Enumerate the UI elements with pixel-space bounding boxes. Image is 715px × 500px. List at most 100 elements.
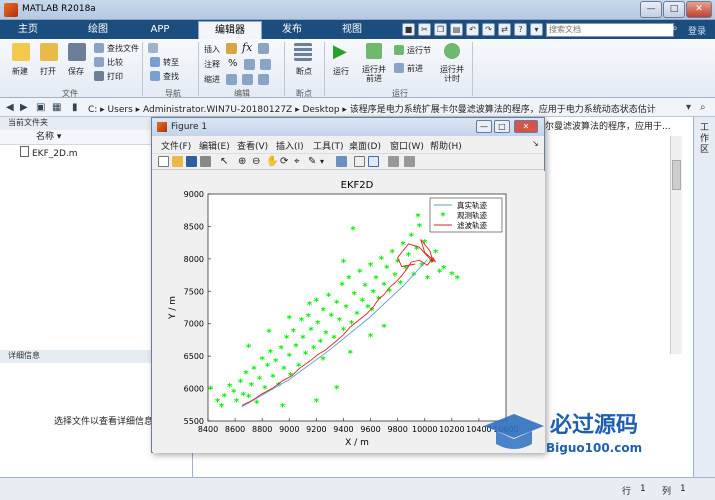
zoom-out-icon[interactable]: ⊖ <box>252 156 263 167</box>
run-advance-button[interactable]: 运行并 前进 <box>362 65 386 83</box>
close-button[interactable]: ✕ <box>686 1 712 18</box>
print-button[interactable]: 打印 <box>107 71 123 82</box>
edit-plot-icon[interactable]: ↖ <box>220 156 231 167</box>
menu-tools[interactable]: 工具(T) <box>313 139 344 152</box>
zoom-in-icon[interactable]: ⊕ <box>238 156 249 167</box>
back-icon[interactable] <box>148 43 158 53</box>
uncomment-icon[interactable] <box>260 59 271 70</box>
file-item[interactable]: EKF_2D.m <box>20 146 78 161</box>
insert-colorbar-icon[interactable] <box>354 156 365 167</box>
decrease-indent-icon[interactable] <box>258 74 269 85</box>
quick-save-icon[interactable]: ■ <box>402 23 415 36</box>
tab-apps[interactable]: APP <box>138 21 182 39</box>
run-icon[interactable]: ▶ <box>333 41 347 62</box>
menu-file[interactable]: 文件(F) <box>161 139 191 152</box>
run-section-button[interactable]: 运行节 <box>407 45 431 56</box>
pan-icon[interactable]: ✋ <box>266 156 278 167</box>
forward-arrow-icon[interactable]: ▶ <box>20 102 28 113</box>
rotate-3d-icon[interactable]: ⟳ <box>280 156 291 167</box>
figure-close-button[interactable]: ✕ <box>514 120 538 133</box>
show-plot-tools-icon[interactable] <box>404 156 415 167</box>
run-advance-icon[interactable] <box>366 43 382 59</box>
menu-window[interactable]: 窗口(W) <box>390 139 424 152</box>
percent-icon[interactable]: % <box>228 58 238 69</box>
new-file-icon[interactable] <box>12 43 30 61</box>
data-cursor-icon[interactable]: ⌖ <box>294 156 305 167</box>
breakpoints-button[interactable]: 断点 <box>296 66 312 77</box>
menu-help[interactable]: 帮助(H) <box>430 139 462 152</box>
figure-window[interactable]: Figure 1 — □ ✕ 文件(F) 编辑(E) 查看(V) 插入(I) 工… <box>151 117 545 453</box>
save-figure-icon[interactable] <box>186 156 197 167</box>
minimize-button[interactable]: — <box>640 1 662 18</box>
comment-button[interactable]: 注释 <box>204 59 220 70</box>
login-link[interactable]: 登录 <box>688 24 706 37</box>
insert-section-icon[interactable] <box>226 43 237 54</box>
save-button[interactable]: 保存 <box>68 66 84 77</box>
search-folder-icon[interactable]: ⌕ <box>700 102 706 113</box>
tab-publish[interactable]: 发布 <box>270 21 314 39</box>
save-icon[interactable] <box>68 43 86 61</box>
workspace-panel[interactable]: 工作区 <box>693 117 715 477</box>
breakpoints-icon[interactable] <box>294 43 312 61</box>
find-files-button[interactable]: 查找文件 <box>107 43 139 54</box>
menu-insert[interactable]: 插入(I) <box>276 139 304 152</box>
new-figure-icon[interactable] <box>158 156 169 167</box>
quick-copy-icon[interactable]: ❐ <box>434 23 447 36</box>
menu-edit[interactable]: 编辑(E) <box>199 139 230 152</box>
quick-cut-icon[interactable]: ✂ <box>418 23 431 36</box>
new-button[interactable]: 新建 <box>12 66 28 77</box>
up-folder-icon[interactable]: ▣ <box>36 102 45 113</box>
tab-plots[interactable]: 绘图 <box>76 21 120 39</box>
tab-home[interactable]: 主页 <box>8 21 48 39</box>
current-folder-path[interactable]: C: ▸ Users ▸ Administrator.WIN7U-2018012… <box>88 102 656 115</box>
run-time-button[interactable]: 运行并 计时 <box>440 65 464 83</box>
figure-minimize-button[interactable]: — <box>476 120 492 133</box>
print-figure-icon[interactable] <box>200 156 211 167</box>
menu-desktop[interactable]: 桌面(D) <box>349 139 381 152</box>
search-input[interactable]: 搜索文档 <box>546 23 674 37</box>
editor-tab-title[interactable]: 尔曼滤波算法的程序，应用于... <box>545 119 671 132</box>
brush-dropdown-icon[interactable]: ▾ <box>320 156 331 167</box>
hide-plot-tools-icon[interactable] <box>388 156 399 167</box>
smart-indent-icon[interactable] <box>226 74 237 85</box>
browse-folder-icon[interactable]: ▦ <box>52 102 61 113</box>
x-tick-label: 9000 <box>279 425 299 434</box>
brush-icon[interactable]: ✎ <box>308 156 319 167</box>
group-separator <box>142 42 143 96</box>
indent-button[interactable]: 缩进 <box>204 74 220 85</box>
insert-function-icon[interactable] <box>258 43 269 54</box>
editor-scrollbar[interactable] <box>670 136 682 354</box>
fx-icon[interactable]: fx <box>242 41 252 54</box>
figure-maximize-button[interactable]: □ <box>494 120 510 133</box>
open-file-icon[interactable] <box>172 156 183 167</box>
open-button[interactable]: 打开 <box>40 66 56 77</box>
link-plot-icon[interactable] <box>336 156 347 167</box>
qat-menu-icon[interactable]: ▾ <box>530 23 543 36</box>
figure-title-bar[interactable]: Figure 1 — □ ✕ <box>152 118 544 136</box>
run-time-icon[interactable] <box>444 43 460 59</box>
increase-indent-icon[interactable] <box>242 74 253 85</box>
insert-button[interactable]: 插入 <box>204 44 220 55</box>
run-button[interactable]: 运行 <box>333 66 349 77</box>
menu-dock-icon[interactable]: ↘ <box>532 139 539 148</box>
maximize-button[interactable]: □ <box>663 1 685 18</box>
help-icon[interactable]: ? <box>514 23 527 36</box>
back-arrow-icon[interactable]: ◀ <box>6 102 14 113</box>
quick-paste-icon[interactable]: ▤ <box>450 23 463 36</box>
menu-view[interactable]: 查看(V) <box>237 139 268 152</box>
redo-icon[interactable]: ↷ <box>482 23 495 36</box>
wrap-comment-icon[interactable] <box>244 59 255 70</box>
tab-editor[interactable]: 编辑器 <box>198 21 262 39</box>
open-folder-icon[interactable] <box>40 43 58 61</box>
path-dropdown-icon[interactable]: ▾ <box>686 102 691 113</box>
find-button[interactable]: 查找 <box>163 71 179 82</box>
compare-button[interactable]: 比较 <box>107 57 123 68</box>
switch-windows-icon[interactable]: ⇄ <box>498 23 511 36</box>
scrollbar-thumb[interactable] <box>672 160 681 190</box>
tab-view[interactable]: 视图 <box>330 21 374 39</box>
insert-legend-icon[interactable] <box>368 156 379 167</box>
search-icon[interactable]: ⌕ <box>672 23 684 37</box>
advance-button[interactable]: 前进 <box>407 63 423 74</box>
goto-button[interactable]: 转至 <box>163 57 179 68</box>
undo-icon[interactable]: ↶ <box>466 23 479 36</box>
